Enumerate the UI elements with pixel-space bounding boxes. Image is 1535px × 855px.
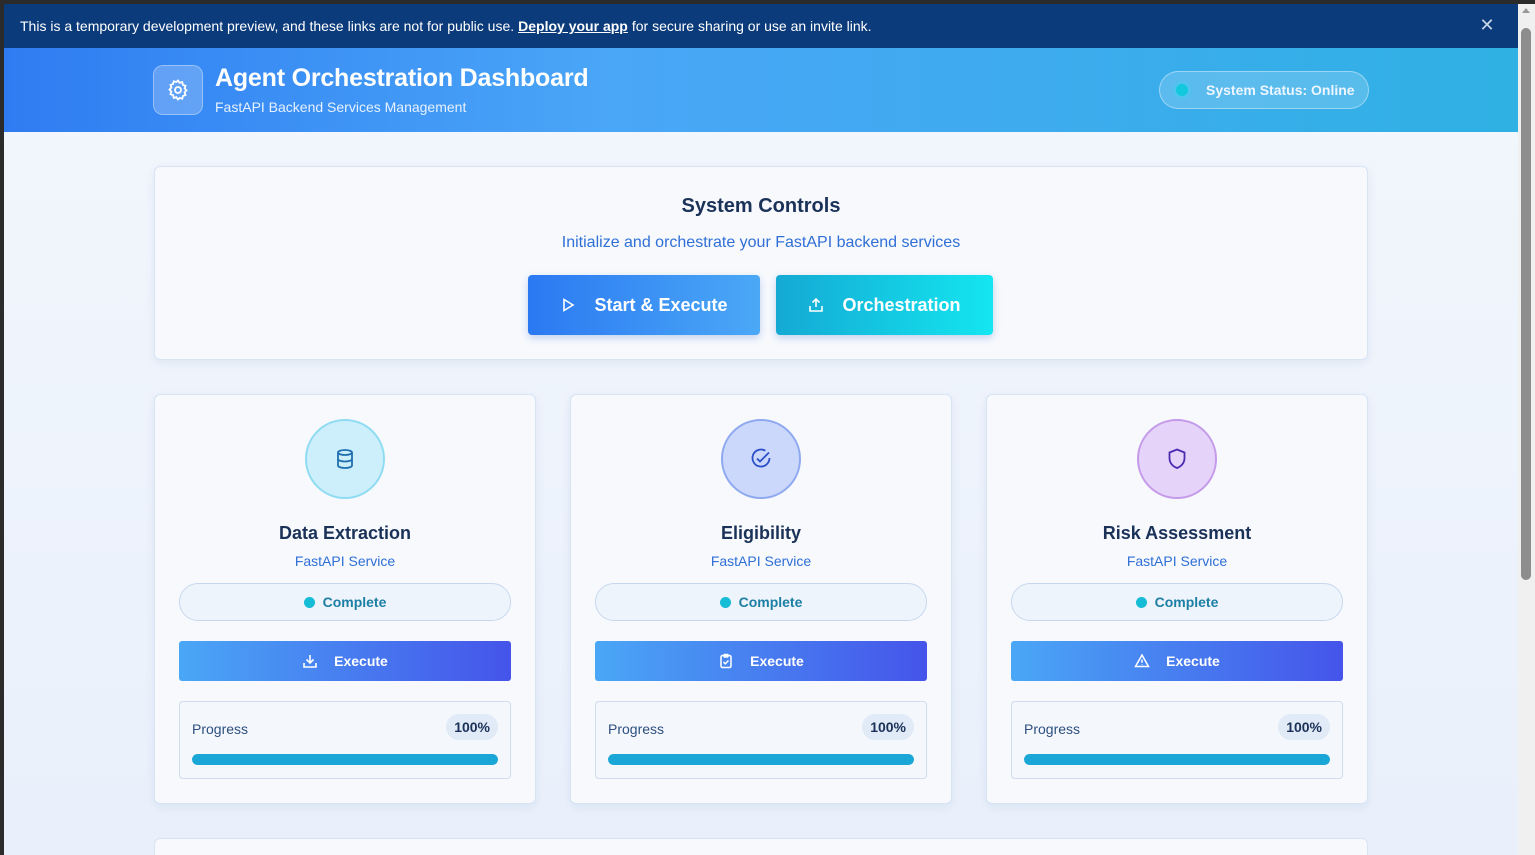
service-card-risk-assessment: Risk Assessment FastAPI Service Complete… <box>986 394 1368 804</box>
page-title: Agent Orchestration Dashboard <box>215 64 589 92</box>
progress-bar <box>1024 754 1330 765</box>
status-badge: Complete <box>1011 583 1343 621</box>
orchestration-label: Orchestration <box>842 294 961 315</box>
service-card-eligibility: Eligibility FastAPI Service Complete Exe… <box>570 394 952 804</box>
app-header: Agent Orchestration Dashboard FastAPI Ba… <box>4 48 1518 132</box>
progress-panel: Progress 100% <box>595 701 927 779</box>
status-badge: Complete <box>595 583 927 621</box>
progress-bar <box>608 754 914 765</box>
execute-label: Execute <box>750 653 804 669</box>
next-section-card <box>154 838 1368 855</box>
play-icon <box>563 298 576 312</box>
execute-button[interactable]: Execute <box>595 641 927 681</box>
status-dot-icon <box>1176 84 1188 96</box>
status-label: Complete <box>738 594 803 610</box>
database-icon <box>305 419 385 499</box>
status-label: Complete <box>1154 594 1219 610</box>
service-title: Data Extraction <box>278 523 412 543</box>
progress-fill <box>608 754 914 765</box>
vertical-scrollbar[interactable] <box>1518 4 1535 855</box>
clipboard-check-icon <box>720 653 732 669</box>
banner-text-after: for secure sharing or use an invite link… <box>631 18 872 34</box>
progress-label: Progress <box>608 721 665 737</box>
progress-value: 100% <box>1278 714 1330 740</box>
orchestration-button[interactable]: Orchestration <box>776 275 993 335</box>
execute-label: Execute <box>334 653 388 669</box>
service-title: Risk Assessment <box>1102 523 1252 543</box>
service-card-data-extraction: Data Extraction FastAPI Service Complete… <box>154 394 536 804</box>
alert-triangle-icon <box>1134 653 1150 668</box>
progress-label: Progress <box>1024 721 1081 737</box>
system-status-badge: System Status: Online <box>1159 71 1369 109</box>
controls-description: Initialize and orchestrate your FastAPI … <box>561 234 961 251</box>
check-circle-icon <box>721 419 801 499</box>
upload-icon <box>809 297 824 312</box>
progress-bar <box>192 754 498 765</box>
controls-title: System Controls <box>681 195 841 217</box>
scroll-up-icon[interactable] <box>1522 8 1530 13</box>
scrollbar-thumb[interactable] <box>1521 28 1531 580</box>
preview-banner: This is a temporary development preview,… <box>4 4 1518 48</box>
progress-panel: Progress 100% <box>179 701 511 779</box>
shield-icon <box>1137 419 1217 499</box>
controls-button-row: Start & Execute Orchestration <box>528 275 993 335</box>
progress-fill <box>192 754 498 765</box>
execute-button[interactable]: Execute <box>179 641 511 681</box>
service-subtitle: FastAPI Service <box>294 553 396 569</box>
banner-text: This is a temporary development preview,… <box>20 18 515 34</box>
status-dot-icon <box>719 596 731 608</box>
progress-value: 100% <box>446 714 498 740</box>
browser-viewport: This is a temporary development preview,… <box>4 4 1518 855</box>
close-icon[interactable]: ✕ <box>1478 16 1496 34</box>
system-controls-card: System Controls Initialize and orchestra… <box>154 166 1368 360</box>
progress-fill <box>1024 754 1330 765</box>
execute-label: Execute <box>1166 653 1220 669</box>
service-subtitle: FastAPI Service <box>710 553 812 569</box>
status-dot-icon <box>303 596 315 608</box>
deploy-app-link[interactable]: Deploy your app <box>518 18 628 34</box>
system-status-label: System Status: Online <box>1206 82 1355 98</box>
service-subtitle: FastAPI Service <box>1126 553 1228 569</box>
gear-icon <box>153 65 203 115</box>
page-subtitle: FastAPI Backend Services Management <box>215 99 467 115</box>
start-execute-button[interactable]: Start & Execute <box>528 275 760 335</box>
start-execute-label: Start & Execute <box>594 294 728 315</box>
download-icon <box>303 655 317 668</box>
progress-value: 100% <box>862 714 914 740</box>
status-label: Complete <box>322 594 387 610</box>
execute-button[interactable]: Execute <box>1011 641 1343 681</box>
progress-panel: Progress 100% <box>1011 701 1343 779</box>
status-dot-icon <box>1135 596 1147 608</box>
status-badge: Complete <box>179 583 511 621</box>
service-title: Eligibility <box>720 523 801 543</box>
progress-label: Progress <box>192 721 249 737</box>
